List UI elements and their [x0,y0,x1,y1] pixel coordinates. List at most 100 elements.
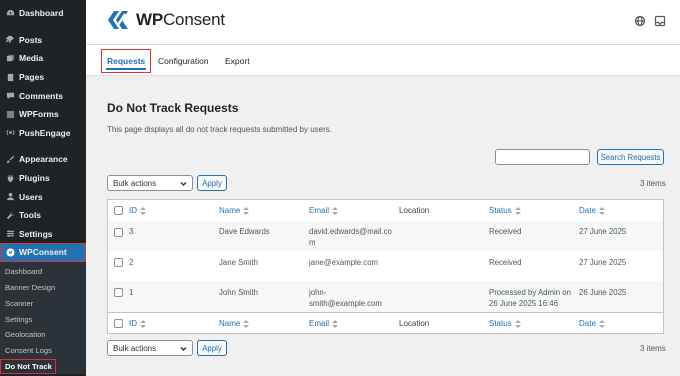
cell-name: Dave Edwards [219,227,270,236]
items-count-top: 3 items [640,179,666,188]
chevron-down-icon [180,345,187,352]
column-name-footer[interactable]: Name [219,319,250,328]
sidebar-item-tools[interactable]: Tools [0,206,86,225]
cell-email: john- [309,288,327,297]
submenu-item-dashboard[interactable]: Dashboard [0,264,86,280]
submenu-item-settings[interactable]: Settings [0,311,86,327]
column-email[interactable]: Email [309,206,339,215]
submenu-item-scanner[interactable]: Scanner [0,295,86,311]
row-checkbox[interactable] [114,288,123,297]
bulk-actions-select-top[interactable]: Bulk actions [107,175,193,191]
sort-icon [598,319,605,328]
sidebar-item-settings[interactable]: Settings [0,225,86,244]
cell-date: 27 June 2025 [579,258,627,267]
globe-icon[interactable] [634,15,646,27]
cell-email-cont: m [309,238,316,247]
plugin-header: WPConsent [86,0,680,44]
cell-email-cont: smith@example.com [309,299,382,308]
comment-icon [5,91,15,101]
wpconsent-icon [5,247,15,257]
table-row: 2 Jane Smith jane@example.com Received 2… [108,251,663,281]
cell-id: 1 [129,288,134,297]
settings-icon [5,229,15,239]
column-name[interactable]: Name [219,206,250,215]
pin-icon [5,35,15,45]
sort-icon [140,206,146,215]
apply-button-bottom[interactable]: Apply [197,340,227,356]
cell-date: 26 June 2025 [579,288,627,297]
sidebar-item-wpconsent[interactable]: WPConsent [0,243,86,262]
cell-date: 27 June 2025 [579,227,627,236]
cell-status: Processed by Admin on [489,288,571,297]
cell-email: jane@example.com [309,258,379,267]
table-row: 3 Dave Edwards david.edwards@mail.co m R… [108,221,663,251]
sidebar-item-media[interactable]: Media [0,49,86,68]
wpconsent-logo: WPConsent [106,9,225,31]
sidebar-item-posts[interactable]: Posts [0,31,86,50]
table-row: 1 John Smith john- smith@example.com Pro… [108,281,663,312]
column-id-footer[interactable]: ID [129,319,146,328]
cell-status-cont: 26 June 2025 16:46 [489,299,558,308]
column-status[interactable]: Status [489,206,521,215]
sort-icon [514,206,521,215]
chevron-down-icon [180,180,187,187]
plugin-icon [5,173,15,183]
tab-requests[interactable]: Requests [100,49,152,73]
cell-status: Received [489,258,522,267]
tab-export[interactable]: Export [220,50,255,72]
items-count-bottom: 3 items [640,344,666,353]
wrench-icon [5,210,15,220]
requests-table: ID Name Email Location Status Date 3 Dav… [107,199,664,334]
user-icon [5,192,15,202]
column-id[interactable]: ID [129,206,146,215]
sort-icon [243,319,250,328]
page-title: Do Not Track Requests [107,101,239,115]
sort-icon [332,206,339,215]
sidebar-item-dashboard[interactable]: Dashboard [0,4,86,23]
submenu-item-consent-logs[interactable]: Consent Logs [0,343,86,359]
sidebar-item-comments[interactable]: Comments [0,86,86,105]
page-description: This page displays all do not track requ… [107,125,332,134]
cell-id: 3 [129,227,134,236]
sidebar-item-pages[interactable]: Pages [0,68,86,87]
tab-configuration[interactable]: Configuration [153,50,214,72]
search-requests-button[interactable]: Search Requests [597,149,664,165]
sidebar-item-pushengage[interactable]: PushEngage [0,124,86,143]
column-location-footer: Location [399,319,430,328]
submenu-item-do-not-track[interactable]: Do Not Track [0,358,56,375]
inbox-icon[interactable] [654,15,666,27]
forms-icon [5,109,15,119]
wpconsent-logo-icon [108,11,128,29]
sidebar-item-wpforms[interactable]: WPForms [0,105,86,124]
row-checkbox[interactable] [114,258,123,267]
select-all-checkbox-footer[interactable] [114,319,123,328]
bulk-actions-select-bottom[interactable]: Bulk actions [107,340,193,356]
sidebar-item-users[interactable]: Users [0,187,86,206]
sort-icon [243,206,250,215]
column-status-footer[interactable]: Status [489,319,521,328]
sidebar-item-appearance[interactable]: Appearance [0,150,86,169]
table-header: ID Name Email Location Status Date [108,200,663,222]
row-checkbox[interactable] [114,228,123,237]
cell-name: John Smith [219,288,259,297]
sort-icon [332,319,339,328]
column-date[interactable]: Date [579,206,605,215]
sort-icon [140,319,146,328]
apply-button-top[interactable]: Apply [197,175,227,191]
search-input[interactable] [495,149,590,165]
cell-status: Received [489,227,522,236]
column-email-footer[interactable]: Email [309,319,339,328]
sort-icon [598,206,605,215]
column-date-footer[interactable]: Date [579,319,605,328]
broadcast-icon [5,128,15,138]
cell-email: david.edwards@mail.co [309,227,392,236]
column-location: Location [399,206,430,215]
sidebar-item-plugins[interactable]: Plugins [0,169,86,188]
table-footer: ID Name Email Location Status Date [108,312,663,334]
brush-icon [5,154,15,164]
select-all-checkbox[interactable] [114,206,123,215]
submenu-item-geolocation[interactable]: Geolocation [0,327,86,343]
admin-sidebar: Dashboard Posts Media Pages Comments WPF… [0,0,86,376]
submenu-item-banner-design[interactable]: Banner Design [0,280,86,296]
tabs-bar: Requests Configuration Export [86,44,680,76]
